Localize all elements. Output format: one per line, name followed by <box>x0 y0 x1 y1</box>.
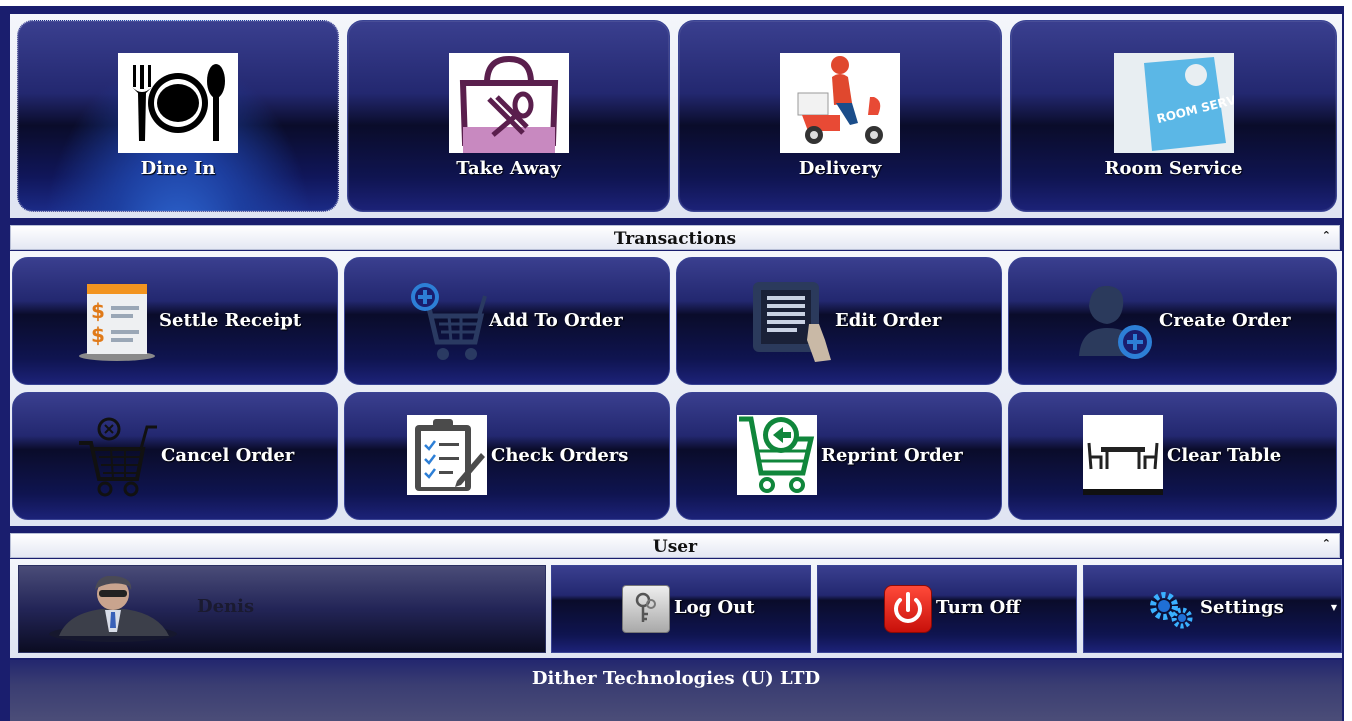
room-service-doorhanger-icon: ROOM SERVICE <box>1113 53 1234 153</box>
key-icon <box>622 585 670 633</box>
collapse-chevron-icon[interactable]: ⌃ <box>1322 537 1331 550</box>
room-service-label: Room Service <box>1104 158 1243 179</box>
settings-label: Settings <box>1200 597 1284 618</box>
settle-receipt-button[interactable]: $ $ Settle Receipt <box>12 257 338 385</box>
add-to-order-button[interactable]: Add To Order <box>344 257 670 385</box>
user-profile: Denis <box>18 565 546 653</box>
cancel-order-label: Cancel Order <box>161 445 295 466</box>
create-order-label: Create Order <box>1159 310 1291 331</box>
dine-in-button[interactable]: Dine In <box>17 20 339 212</box>
edit-order-button[interactable]: Edit Order <box>676 257 1002 385</box>
footer: Dither Technologies (U) LTD <box>10 660 1342 721</box>
turn-off-label: Turn Off <box>936 597 1021 618</box>
avatar <box>49 575 179 646</box>
cart-back-icon <box>737 415 817 495</box>
svg-text:$: $ <box>91 323 105 347</box>
reprint-order-button[interactable]: Reprint Order <box>676 392 1002 520</box>
table-icon <box>1083 415 1163 495</box>
gear-icon <box>1148 590 1194 634</box>
edit-order-label: Edit Order <box>835 310 942 331</box>
company-name: Dither Technologies (U) LTD <box>531 668 821 689</box>
user-title: User <box>652 537 698 557</box>
collapse-chevron-icon[interactable]: ⌃ <box>1322 229 1331 242</box>
transactions-title: Transactions <box>613 229 737 249</box>
dropdown-arrow-icon[interactable]: ▼ <box>1331 603 1337 612</box>
settle-receipt-label: Settle Receipt <box>159 310 302 331</box>
take-away-button[interactable]: Take Away <box>347 20 670 212</box>
power-icon <box>884 585 932 633</box>
add-to-order-label: Add To Order <box>489 310 623 331</box>
check-orders-label: Check Orders <box>491 445 629 466</box>
delivery-button[interactable]: Delivery <box>678 20 1002 212</box>
check-orders-button[interactable]: Check Orders <box>344 392 670 520</box>
receipt-icon: $ $ <box>77 280 157 366</box>
log-out-label: Log Out <box>674 597 755 618</box>
dine-in-plate-icon <box>118 53 238 153</box>
dine-in-label: Dine In <box>140 158 216 179</box>
take-away-label: Take Away <box>456 158 561 179</box>
user-header[interactable]: User ⌃ <box>10 533 1340 558</box>
cart-cancel-icon <box>75 415 159 503</box>
reprint-order-label: Reprint Order <box>821 445 963 466</box>
takeaway-bag-icon <box>448 53 569 153</box>
turn-off-button[interactable]: Turn Off <box>817 565 1077 653</box>
clear-table-label: Clear Table <box>1167 445 1282 466</box>
clipboard-checklist-icon <box>407 415 487 495</box>
room-service-button[interactable]: ROOM SERVICE Room Service <box>1010 20 1337 212</box>
create-order-button[interactable]: Create Order <box>1008 257 1337 385</box>
delivery-scooter-icon <box>780 53 900 153</box>
cancel-order-button[interactable]: Cancel Order <box>12 392 338 520</box>
log-out-button[interactable]: Log Out <box>551 565 811 653</box>
cart-add-icon <box>407 280 487 368</box>
user-name: Denis <box>197 596 255 617</box>
tablet-edit-icon <box>751 280 835 368</box>
settings-button[interactable]: Settings ▼ <box>1083 565 1342 653</box>
user-add-icon <box>1077 284 1157 366</box>
svg-text:$: $ <box>91 299 105 323</box>
delivery-label: Delivery <box>798 158 882 179</box>
transactions-header[interactable]: Transactions ⌃ <box>10 225 1340 250</box>
clear-table-button[interactable]: Clear Table <box>1008 392 1337 520</box>
